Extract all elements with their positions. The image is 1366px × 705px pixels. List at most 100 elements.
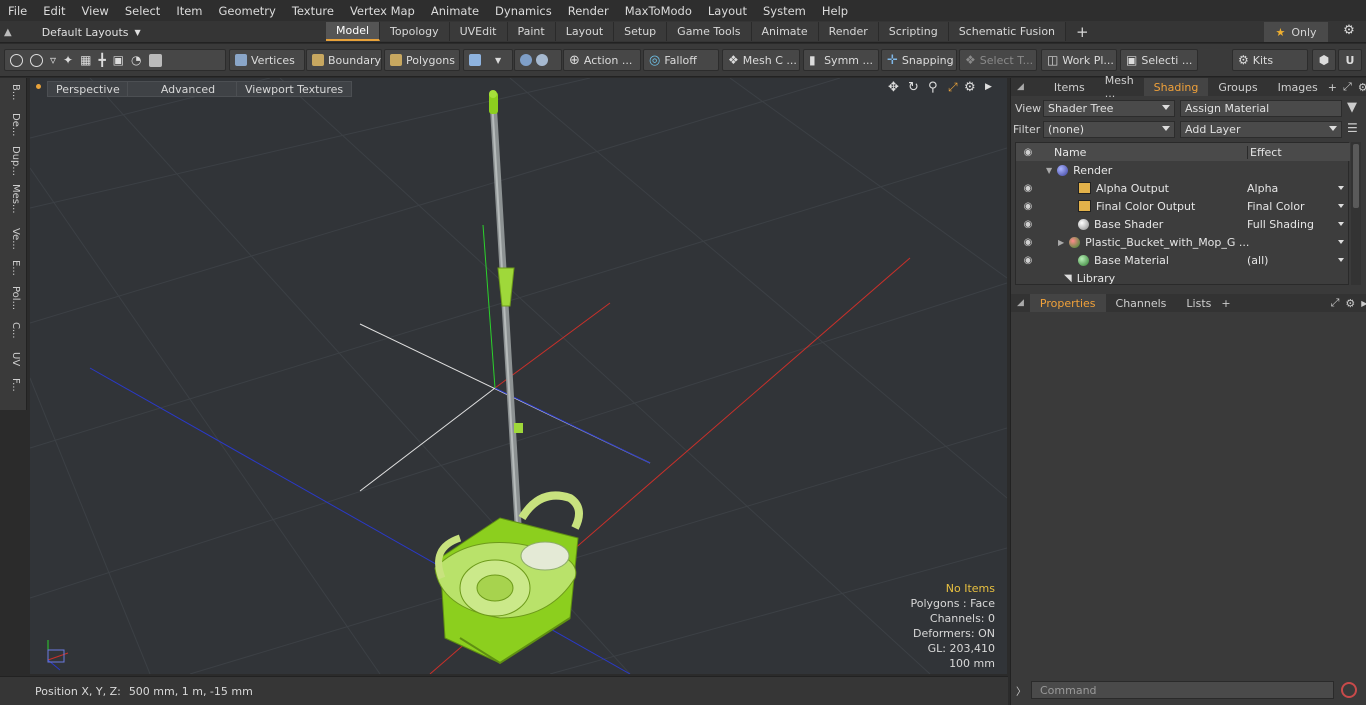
action-center-button[interactable]: ⊕ Action ...: [563, 49, 641, 71]
add-tab-button[interactable]: +: [1066, 22, 1099, 41]
tab-schematic-fusion[interactable]: Schematic Fusion: [948, 22, 1067, 41]
visibility-eye-icon[interactable]: ◉: [1021, 255, 1035, 266]
panel-menu-icon[interactable]: ◢: [1011, 298, 1030, 308]
panel-arrow-icon[interactable]: ▶: [1361, 299, 1366, 308]
falloff-button[interactable]: ◎ Falloff: [643, 49, 719, 71]
menu-file[interactable]: File: [0, 4, 35, 18]
menu-view[interactable]: View: [74, 4, 117, 18]
tab-layout[interactable]: Layout: [555, 22, 615, 41]
menu-item[interactable]: Item: [168, 4, 210, 18]
layout-selector[interactable]: ▲ Default Layouts ▼: [4, 21, 141, 43]
menu-select[interactable]: Select: [117, 4, 168, 18]
tab-topology[interactable]: Topology: [380, 22, 450, 41]
maximize-icon[interactable]: ⤢: [948, 80, 958, 95]
tree-row-alpha-output[interactable]: ◉ Alpha Output Alpha: [1016, 179, 1350, 197]
tree-row-plastic-bucket[interactable]: ◉ ▶ Plastic_Bucket_with_Mop_G ...: [1016, 233, 1350, 251]
pivot-tools[interactable]: [514, 49, 562, 71]
boundary-button[interactable]: Boundary: [306, 49, 382, 71]
record-icon[interactable]: [1341, 682, 1357, 698]
add-tab-icon[interactable]: +: [1221, 297, 1230, 310]
item-mode-button[interactable]: ▼: [463, 49, 513, 71]
panel-gear-icon[interactable]: ⚙: [1358, 81, 1366, 94]
view-dropdown[interactable]: Shader Tree: [1043, 100, 1175, 117]
tree-row-final-color-output[interactable]: ◉ Final Color Output Final Color: [1016, 197, 1350, 215]
viewport-scene[interactable]: [30, 78, 1007, 674]
orbit-icon[interactable]: ↻: [908, 80, 919, 95]
collapse-arrow-icon[interactable]: ▼: [1046, 166, 1052, 175]
visibility-eye-icon[interactable]: ◉: [1021, 237, 1035, 248]
tab-images[interactable]: Images: [1268, 78, 1328, 96]
tree-row-base-shader[interactable]: ◉ Base Shader Full Shading: [1016, 215, 1350, 233]
symmetry-button[interactable]: ▮ Symm ...: [803, 49, 879, 71]
shader-tree-scrollbar[interactable]: [1351, 142, 1361, 285]
polygons-button[interactable]: Polygons: [384, 49, 460, 71]
tab-game-tools[interactable]: Game Tools: [667, 22, 752, 41]
panel-gear-icon[interactable]: ⚙: [1345, 297, 1355, 310]
tab-channels[interactable]: Channels: [1106, 294, 1177, 312]
zoom-icon[interactable]: ⚲: [928, 80, 938, 95]
filter-dropdown[interactable]: (none): [1043, 121, 1175, 138]
advanced-button[interactable]: Advanced: [127, 81, 249, 97]
tab-paint[interactable]: Paint: [507, 22, 556, 41]
selection-sets-button[interactable]: ▣ Selecti ...: [1120, 49, 1198, 71]
tab-scripting[interactable]: Scripting: [878, 22, 949, 41]
viewport-textures-button[interactable]: Viewport Textures: [236, 81, 353, 97]
kits-button[interactable]: ⚙ Kits: [1232, 49, 1308, 71]
vertices-button[interactable]: Vertices: [229, 49, 305, 71]
tree-row-library[interactable]: ◥ Library: [1016, 269, 1350, 287]
3d-viewport[interactable]: Perspective Advanced Viewport Textures ✥…: [30, 78, 1007, 674]
add-tab-icon[interactable]: +: [1328, 81, 1337, 94]
visibility-eye-icon[interactable]: ◉: [1021, 201, 1035, 212]
expand-icon[interactable]: ⤢: [1343, 80, 1352, 94]
assign-material-button[interactable]: Assign Material: [1180, 100, 1342, 117]
expand-arrow-icon[interactable]: ▶: [1058, 238, 1064, 247]
tab-render[interactable]: Render: [818, 22, 879, 41]
left-tab-duplicate[interactable]: Dup...: [5, 146, 21, 176]
menu-dynamics[interactable]: Dynamics: [487, 4, 560, 18]
layer-options-icon[interactable]: ☰: [1347, 121, 1358, 135]
menu-geometry[interactable]: Geometry: [211, 4, 284, 18]
menu-render[interactable]: Render: [560, 4, 617, 18]
tab-model[interactable]: Model: [326, 22, 381, 41]
menu-animate[interactable]: Animate: [423, 4, 487, 18]
left-tab-deform[interactable]: De...: [5, 113, 21, 136]
tab-groups[interactable]: Groups: [1208, 78, 1267, 96]
tree-row-base-material[interactable]: ◉ Base Material (all): [1016, 251, 1350, 269]
tab-items[interactable]: Items: [1044, 78, 1095, 96]
menu-edit[interactable]: Edit: [35, 4, 73, 18]
select-mode-tools[interactable]: ▿ ✦ ▦ ╋ ▣ ◔: [4, 49, 226, 71]
tab-setup[interactable]: Setup: [614, 22, 668, 41]
menu-maxtomodo[interactable]: MaxToModo: [617, 4, 700, 18]
left-tab-fusion[interactable]: F...: [5, 378, 21, 392]
left-tab-edge[interactable]: E...: [5, 260, 21, 276]
command-input[interactable]: Command: [1031, 681, 1334, 699]
left-tab-basic[interactable]: B...: [5, 84, 21, 100]
pan-icon[interactable]: ✥: [888, 80, 899, 95]
visibility-eye-icon[interactable]: ◉: [1021, 219, 1035, 230]
workplane-button[interactable]: ◫ Work Pl...: [1041, 49, 1117, 71]
unreal-button[interactable]: U: [1338, 49, 1362, 71]
tab-properties[interactable]: Properties: [1029, 294, 1106, 312]
menu-texture[interactable]: Texture: [284, 4, 342, 18]
select-through-button[interactable]: ❖ Select T...: [959, 49, 1037, 71]
perspective-button[interactable]: Perspective: [47, 81, 129, 97]
left-tab-curve[interactable]: C...: [5, 322, 21, 339]
viewport-gear-icon[interactable]: ⚙: [964, 80, 976, 95]
expand-icon[interactable]: ⤢: [1331, 296, 1340, 310]
panel-menu-icon[interactable]: ◢: [1011, 82, 1030, 92]
tab-animate[interactable]: Animate: [751, 22, 819, 41]
gear-icon[interactable]: ⚙: [1340, 23, 1358, 41]
tab-uvedit[interactable]: UVEdit: [449, 22, 508, 41]
menu-vertex-map[interactable]: Vertex Map: [342, 4, 423, 18]
add-layer-dropdown[interactable]: Add Layer: [1180, 121, 1342, 138]
tree-row-render[interactable]: ▼ Render: [1016, 161, 1350, 179]
menu-layout[interactable]: Layout: [700, 4, 755, 18]
left-tab-polygon[interactable]: Pol...: [5, 286, 21, 310]
left-tab-vertex[interactable]: Ve...: [5, 228, 21, 250]
menu-system[interactable]: System: [755, 4, 814, 18]
menu-help[interactable]: Help: [814, 4, 856, 18]
funnel-icon[interactable]: ▼: [1347, 100, 1357, 115]
tab-shading[interactable]: Shading: [1143, 78, 1209, 96]
viewport-menu-arrow-icon[interactable]: ▶: [985, 82, 992, 92]
unity-button[interactable]: ⬢: [1312, 49, 1336, 71]
